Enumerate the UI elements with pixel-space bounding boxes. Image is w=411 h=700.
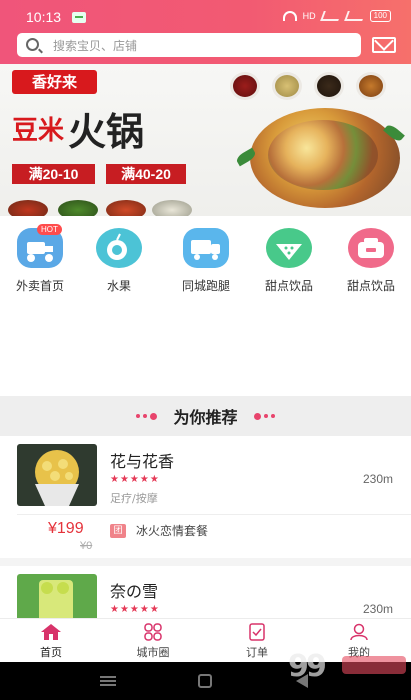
promo-badge-1: 满20-10 <box>12 164 95 184</box>
status-time: 10:13 <box>26 9 62 25</box>
deal-price: ¥199 <box>48 520 84 537</box>
star-rating: ★★★★★ <box>110 604 160 615</box>
truck-icon <box>183 228 229 268</box>
original-price: ¥0 <box>80 540 93 552</box>
search-input[interactable]: 搜索宝贝、店铺 <box>17 33 361 57</box>
tab-home[interactable]: 首页 <box>16 623 86 660</box>
promo-badge-2: 满40-20 <box>106 164 186 184</box>
watermark-logo: 9 9 <box>284 644 411 700</box>
search-icon <box>26 38 39 51</box>
message-button[interactable] <box>372 37 396 53</box>
category-dessert[interactable]: 甜点饮品 <box>254 228 324 294</box>
decor-dots-right <box>253 412 275 420</box>
cooker-icon <box>348 228 394 268</box>
category-fruit[interactable]: 水果 <box>84 228 154 294</box>
status-bar: 10:13 HD 100 <box>0 0 411 30</box>
store-name: 奈の雪 <box>110 582 159 601</box>
banner-title: 豆米 火锅 <box>12 98 172 158</box>
banner-title-part1: 豆米 <box>12 115 65 146</box>
section-title: 为你推荐 <box>173 408 238 427</box>
signal-icon-2 <box>343 11 366 21</box>
order-icon <box>246 623 268 641</box>
decor-dots-left <box>136 412 158 420</box>
category-label: 外卖首页 <box>15 279 64 293</box>
wifi-icon <box>282 11 297 21</box>
menu-button[interactable] <box>100 680 116 682</box>
watermelon-icon <box>266 228 312 268</box>
hot-badge: HOT <box>37 224 62 235</box>
store-card[interactable]: 奈の雪 ★★★★★ 230m <box>0 566 411 618</box>
fruit-icon <box>96 228 142 268</box>
message-icon <box>72 12 86 23</box>
store-card[interactable]: 花与花香 ★★★★★ 230m 足疗/按摩 ¥199 ¥0 团 冰火恋情套餐 <box>0 436 411 558</box>
store-distance: 230m <box>362 472 393 486</box>
category-label: 甜点饮品 <box>346 279 395 293</box>
network-label: HD <box>302 11 316 21</box>
divider <box>17 514 411 515</box>
tab-city-circle[interactable]: 城市圈 <box>118 623 188 660</box>
search-placeholder: 搜索宝贝、店铺 <box>53 39 138 53</box>
recommend-header: 为你推荐 <box>0 396 411 436</box>
deal-title[interactable]: 冰火恋情套餐 <box>136 522 208 539</box>
store-distance: 230m <box>362 602 393 616</box>
tab-label: 订单 <box>246 646 268 659</box>
category-errand[interactable]: 同城跑腿 <box>171 228 241 294</box>
tab-label: 城市圈 <box>136 646 170 659</box>
grid-icon <box>142 623 164 641</box>
category-grid: HOT 外卖首页 水果 同城跑腿 甜点饮品 甜点饮品 <box>0 216 411 396</box>
svg-text:9: 9 <box>306 649 327 684</box>
tab-label: 首页 <box>40 646 62 659</box>
star-rating: ★★★★★ <box>110 474 160 485</box>
hotpot-image <box>250 108 400 208</box>
banner-title-part2: 火锅 <box>68 108 145 154</box>
category-dessert-2[interactable]: 甜点饮品 <box>336 228 406 294</box>
category-takeout[interactable]: HOT 外卖首页 <box>5 224 75 294</box>
store-name: 花与花香 <box>110 452 175 471</box>
category-label: 甜点饮品 <box>264 279 313 293</box>
home-icon <box>40 623 62 641</box>
signal-icon <box>319 11 342 21</box>
battery-icon: 100 <box>369 10 391 22</box>
user-icon <box>348 623 370 641</box>
header: 10:13 HD 100 搜索宝贝、店铺 <box>0 0 411 64</box>
store-tags: 足疗/按摩 <box>110 492 158 505</box>
home-button[interactable] <box>198 674 212 688</box>
group-buy-badge: 团 <box>110 524 126 538</box>
category-label: 同城跑腿 <box>181 279 230 293</box>
brand-logo: 香好来 <box>12 70 97 94</box>
promo-banner[interactable]: 香好来 豆米 火锅 满20-10 满40-20 <box>0 64 411 216</box>
store-thumbnail <box>17 574 97 618</box>
status-icons: HD 100 <box>282 10 391 22</box>
bowls-image <box>0 194 200 216</box>
sauces-image <box>226 72 406 102</box>
tab-orders[interactable]: 订单 <box>222 623 292 660</box>
store-thumbnail <box>17 444 97 506</box>
category-label: 水果 <box>106 279 131 293</box>
delivery-scooter-icon: HOT <box>17 224 63 268</box>
